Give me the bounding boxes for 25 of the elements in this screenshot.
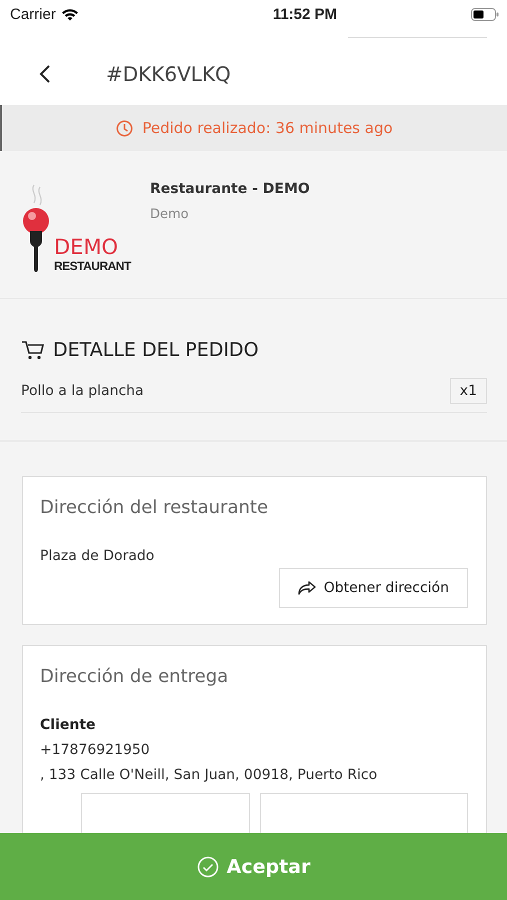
card-title: Dirección de entrega [40, 666, 230, 687]
get-directions-button[interactable]: Obtener dirección [278, 568, 468, 608]
check-circle-icon [196, 856, 219, 878]
battery-icon [471, 8, 499, 20]
order-details-heading: DETALLE DEL PEDIDO [53, 339, 259, 361]
clock-time: 11:52 PM [272, 6, 338, 22]
quantity-badge: x1 [450, 378, 487, 404]
order-time-text: Pedido realizado: 36 minutes ago [142, 119, 393, 137]
wifi-icon [60, 8, 79, 20]
restaurant-subtitle: Demo [150, 207, 190, 222]
carrier-label: Carrier [10, 6, 56, 22]
share-arrow-icon [298, 581, 316, 595]
customer-label: Cliente [40, 717, 97, 733]
order-number-title: #DKK6VLKQ [106, 62, 231, 86]
logo-text: DEMO [54, 235, 120, 259]
clock-icon [116, 120, 134, 136]
address-text: Plaza de Dorado [40, 548, 156, 564]
logo-subtext: RESTAURANT [54, 259, 131, 273]
address-text: , 133 Calle O'Neill, San Juan, 00918, Puerto Rico [40, 767, 378, 783]
item-name: Pollo a la plancha [21, 383, 144, 399]
cart-icon [21, 339, 45, 361]
card-title: Dirección del restaurante [40, 497, 270, 518]
phone-number: +17876921950 [40, 742, 151, 758]
restaurant-name: Restaurante - DEMO [150, 181, 310, 197]
back-icon[interactable] [39, 64, 51, 84]
